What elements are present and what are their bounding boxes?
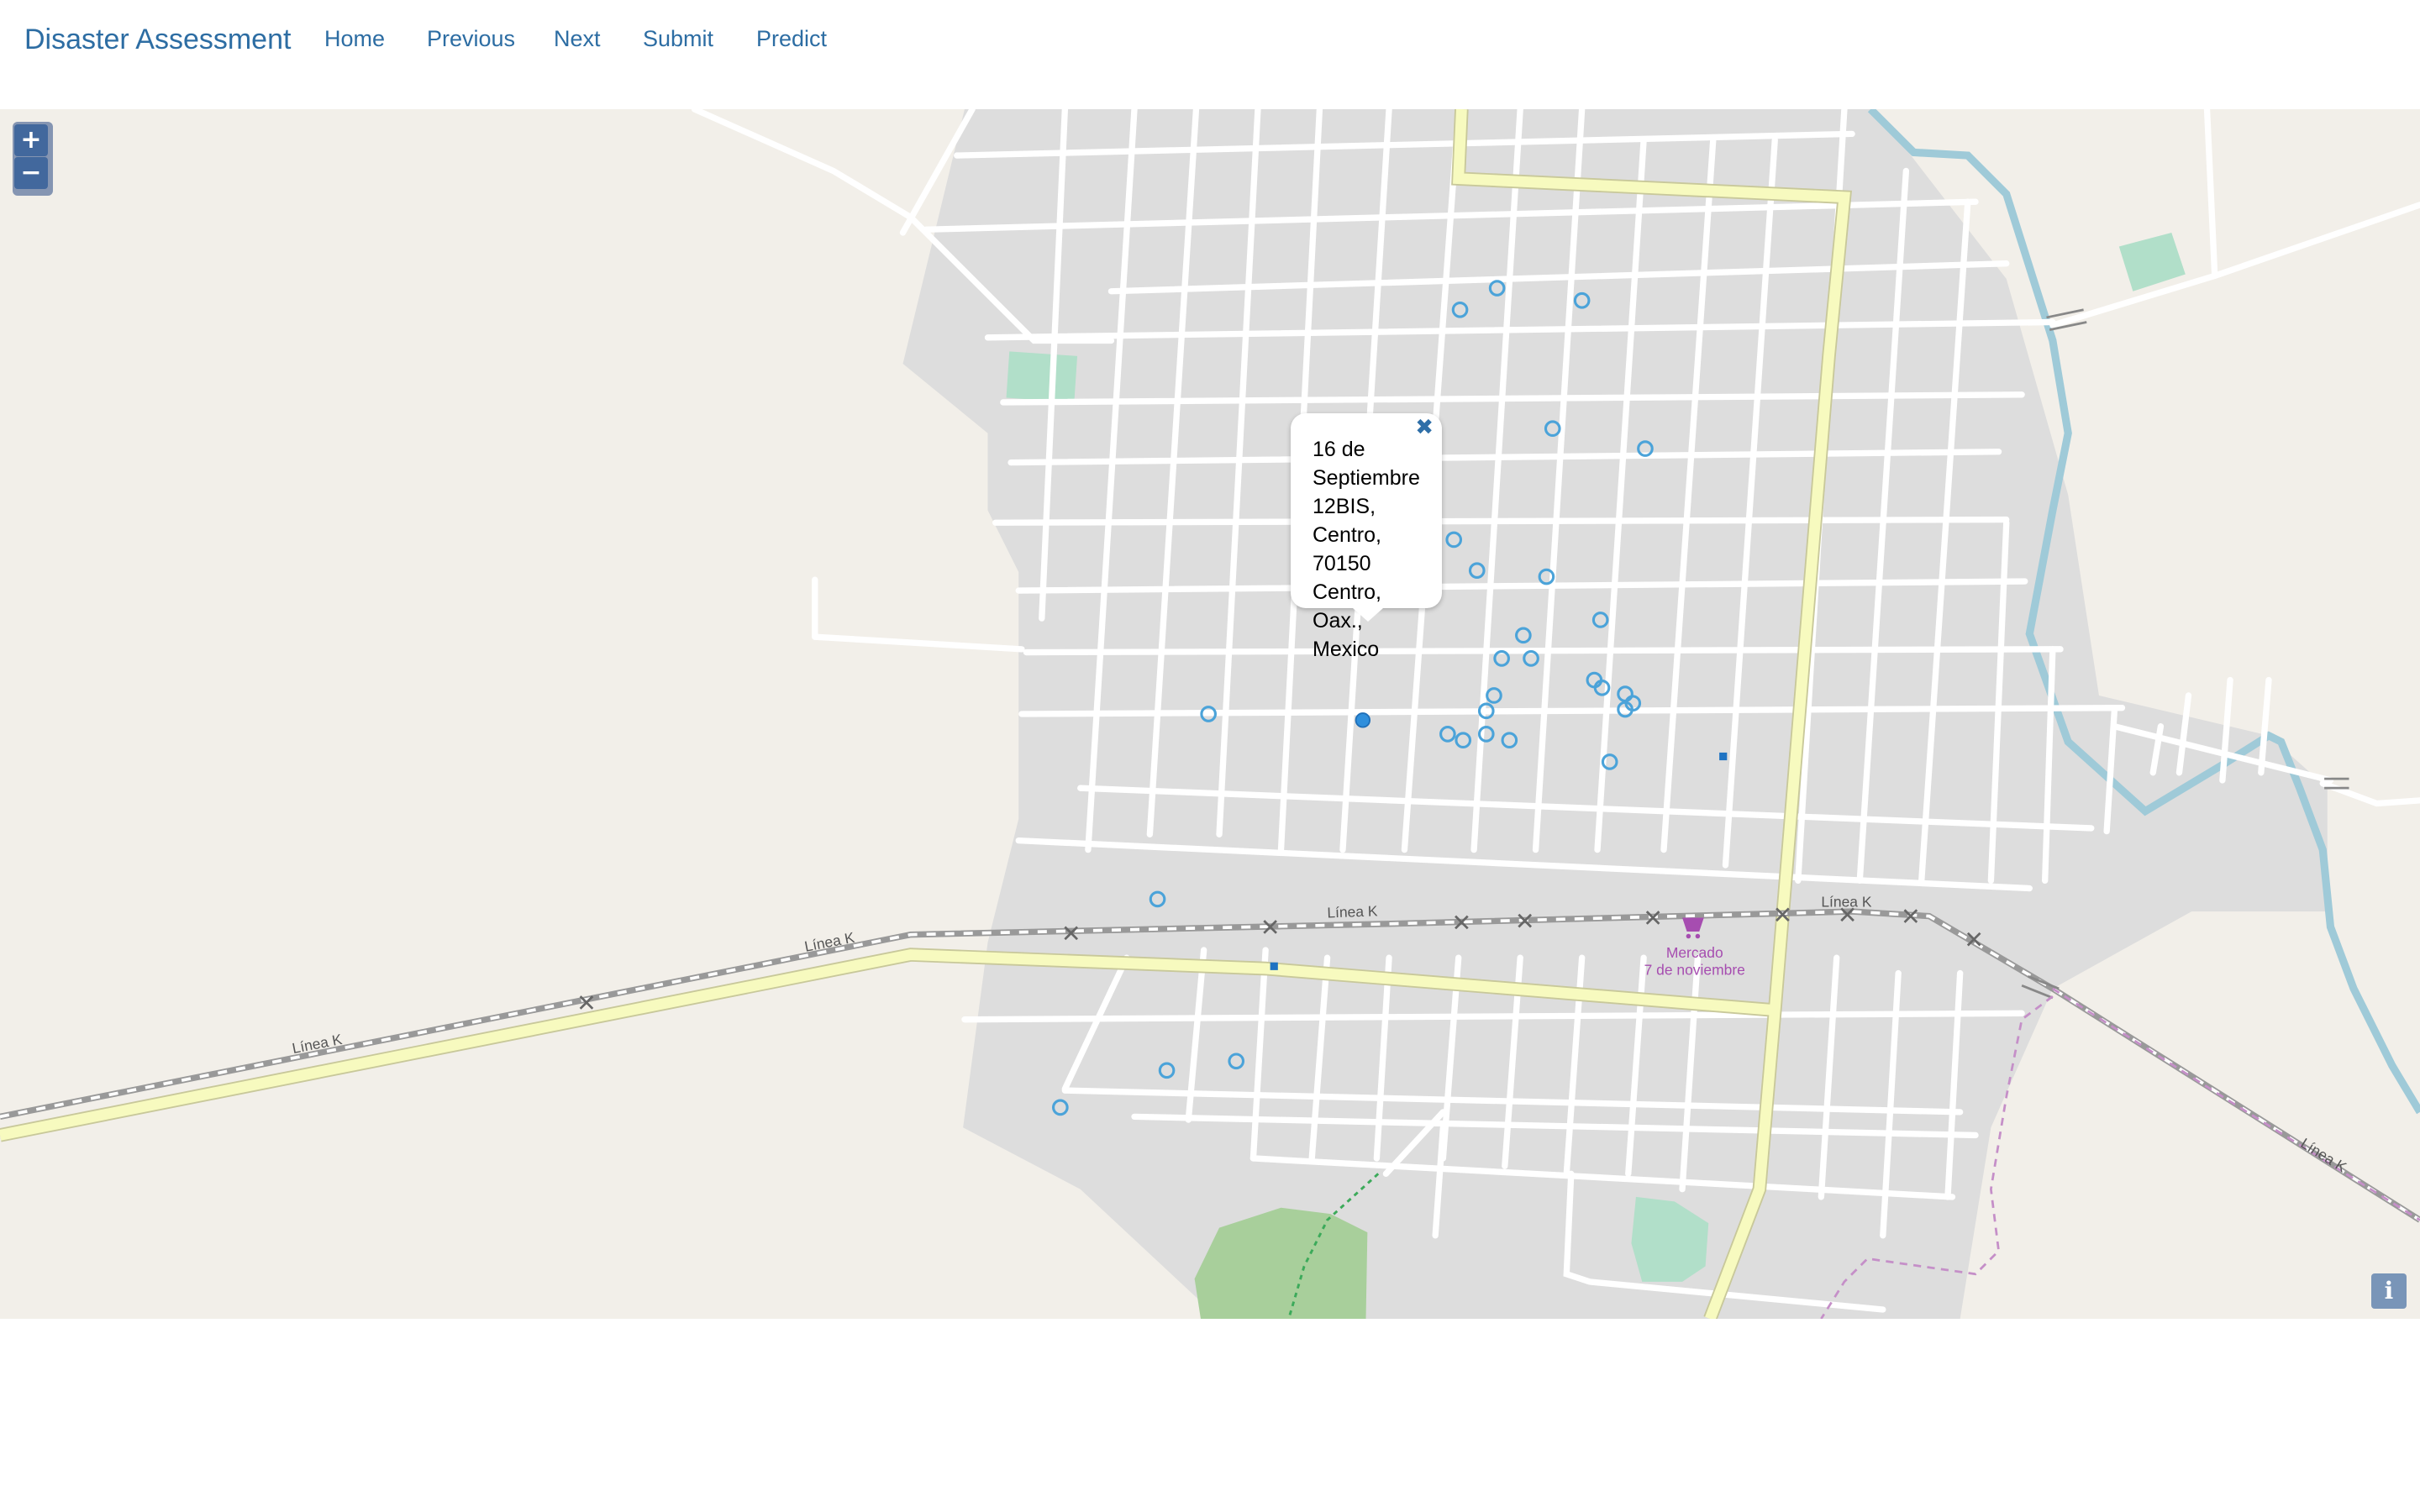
popup-line: 12BIS,: [1313, 495, 1376, 518]
popup-line: 16 de: [1313, 438, 1365, 461]
market-label-sub: 7 de noviembre: [1644, 961, 1745, 978]
nav-submit[interactable]: Submit: [643, 26, 713, 52]
map-square-marker[interactable]: [1270, 962, 1278, 970]
popup-line: 70150: [1313, 552, 1371, 575]
nav-predict[interactable]: Predict: [756, 26, 827, 52]
navbar: Disaster Assessment Home Previous Next S…: [0, 0, 2420, 109]
railway-label: Línea K: [1327, 902, 1378, 921]
popup-tip: [1353, 608, 1383, 622]
zoom-in-button[interactable]: +: [14, 124, 48, 156]
popup-address: 16 de Septiembre 12BIS, Centro, 70150 Ce…: [1313, 435, 1439, 664]
park-northwest: [1006, 351, 1078, 402]
market-label: Mercado: [1666, 944, 1723, 961]
popup-line: Centro,: [1313, 580, 1381, 604]
map-square-marker[interactable]: [1719, 752, 1728, 761]
nav-home[interactable]: Home: [324, 26, 385, 52]
popup-line: Centro,: [1313, 523, 1381, 547]
zoom-out-button[interactable]: −: [14, 157, 48, 189]
nav-next[interactable]: Next: [554, 26, 601, 52]
popup-line: Septiembre: [1313, 466, 1420, 490]
info-icon[interactable]: i: [2371, 1273, 2407, 1309]
brand-link[interactable]: Disaster Assessment: [24, 24, 291, 56]
railway-label: Línea K: [1821, 894, 1871, 911]
zoom-control: + −: [13, 122, 53, 196]
map-view[interactable]: Línea K Línea K Línea K Línea K Línea K …: [0, 109, 2420, 1319]
address-popup: ✖ 16 de Septiembre 12BIS, Centro, 70150 …: [1291, 413, 1442, 661]
nav-previous[interactable]: Previous: [427, 26, 515, 52]
map-tiles[interactable]: Línea K Línea K Línea K Línea K Línea K …: [0, 109, 2420, 1319]
popup-line: Mexico: [1313, 638, 1380, 661]
selected-marker[interactable]: [1355, 712, 1371, 728]
